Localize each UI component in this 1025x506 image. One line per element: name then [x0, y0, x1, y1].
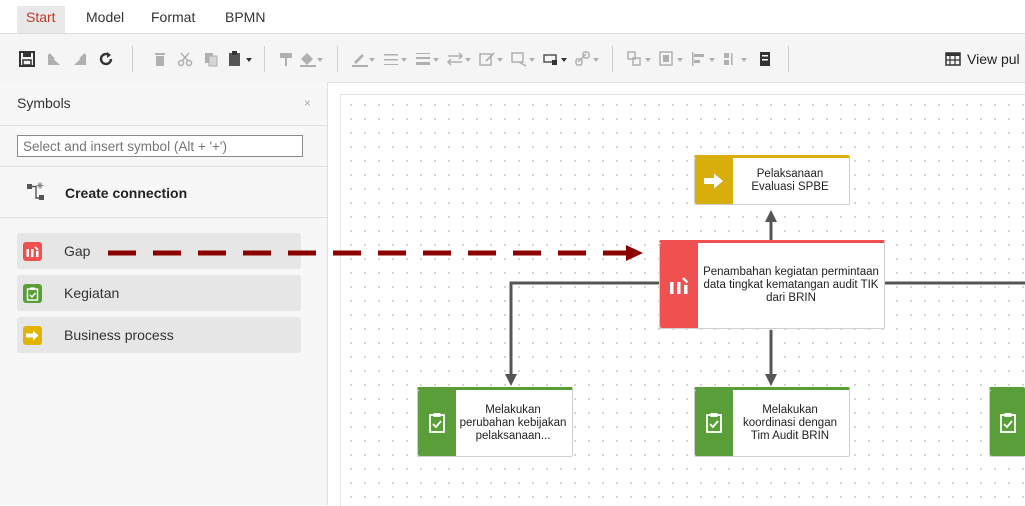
node-label: Melakukan perubahan kebijakan pelaksanaa…	[459, 403, 567, 442]
gap-icon	[660, 243, 698, 328]
symbol-item-kegiatan[interactable]: Kegiatan	[17, 275, 301, 311]
node-melakukan-koordinasi[interactable]: Melakukan koordinasi dengan Tim Audit BR…	[694, 387, 850, 457]
symbol-item-label: Business process	[64, 327, 174, 343]
redo-icon[interactable]	[70, 49, 90, 69]
edit-shape-icon[interactable]	[476, 49, 506, 69]
node-label: Penambahan kegiatan permintaan data ting…	[703, 266, 879, 304]
line-width-icon[interactable]	[412, 49, 442, 69]
distribute-icon[interactable]	[720, 49, 750, 69]
tab-model[interactable]: Model	[86, 9, 124, 25]
panel-divider	[0, 166, 327, 167]
link-icon[interactable]	[572, 49, 602, 69]
toolbar: View pul	[0, 34, 1025, 83]
view-published-label: View pul	[967, 51, 1020, 67]
symbol-item-label: Gap	[64, 243, 91, 259]
connector-icon[interactable]	[540, 49, 570, 69]
tab-start[interactable]: Start	[17, 6, 65, 36]
panel-divider	[0, 125, 327, 126]
undo-icon[interactable]	[44, 49, 64, 69]
table-view-icon	[945, 52, 961, 66]
line-color-icon[interactable]	[348, 49, 378, 69]
node-label: Pelaksanaan Evaluasi SPBE	[751, 168, 829, 193]
page-layout-icon[interactable]	[755, 49, 775, 69]
toolbar-divider	[132, 46, 133, 72]
panel-divider	[0, 217, 327, 218]
save-icon[interactable]	[17, 49, 37, 69]
symbol-item-gap[interactable]: Gap	[17, 233, 301, 269]
menu-bar: Start Model Format BPMN	[0, 0, 1025, 36]
cut-icon[interactable]	[175, 49, 195, 69]
node-partial-kegiatan[interactable]	[989, 387, 1025, 457]
clipboard-check-icon	[418, 390, 456, 456]
arrow-right-icon	[23, 326, 42, 345]
format-painter-icon[interactable]	[276, 49, 296, 69]
symbols-panel: Symbols × Create connection Gap Kegiatan…	[0, 82, 328, 505]
view-published-button[interactable]: View pul	[945, 48, 1020, 70]
toolbar-divider	[264, 46, 265, 72]
symbol-item-business-process[interactable]: Business process	[17, 317, 301, 353]
node-pelaksanaan-evaluasi-spbe[interactable]: Pelaksanaan Evaluasi SPBE	[694, 155, 850, 205]
node-label: Melakukan koordinasi dengan Tim Audit BR…	[743, 403, 837, 442]
shape-icon[interactable]	[508, 49, 538, 69]
copy-icon[interactable]	[201, 49, 221, 69]
align-icon[interactable]	[688, 49, 718, 69]
clipboard-check-icon	[990, 390, 1025, 456]
create-connection-icon[interactable]	[25, 179, 49, 203]
tab-format[interactable]: Format	[151, 9, 195, 25]
tab-bpmn[interactable]: BPMN	[225, 9, 265, 25]
delete-icon[interactable]	[150, 49, 170, 69]
node-gap-penambahan-kegiatan[interactable]: Penambahan kegiatan permintaan data ting…	[659, 240, 885, 329]
line-style-icon[interactable]	[380, 49, 410, 69]
arrange-icon[interactable]	[656, 49, 686, 69]
node-melakukan-perubahan-kebijakan[interactable]: Melakukan perubahan kebijakan pelaksanaa…	[417, 387, 573, 457]
arrow-right-icon	[695, 158, 733, 204]
fill-color-icon[interactable]	[296, 49, 326, 69]
symbol-search-input[interactable]	[17, 135, 303, 157]
paste-icon[interactable]	[225, 49, 255, 69]
toolbar-divider	[337, 46, 338, 72]
panel-title: Symbols	[17, 95, 71, 111]
gap-icon	[23, 242, 42, 261]
clipboard-check-icon	[695, 390, 733, 456]
symbol-item-label: Kegiatan	[64, 285, 120, 301]
toolbar-divider	[788, 46, 789, 72]
group-icon[interactable]	[624, 49, 654, 69]
create-connection-button[interactable]: Create connection	[65, 185, 187, 201]
clipboard-check-icon	[23, 284, 42, 303]
arrow-style-icon[interactable]	[444, 49, 474, 69]
close-icon[interactable]: ×	[304, 96, 311, 110]
refresh-icon[interactable]	[96, 49, 116, 69]
toolbar-divider	[612, 46, 613, 72]
